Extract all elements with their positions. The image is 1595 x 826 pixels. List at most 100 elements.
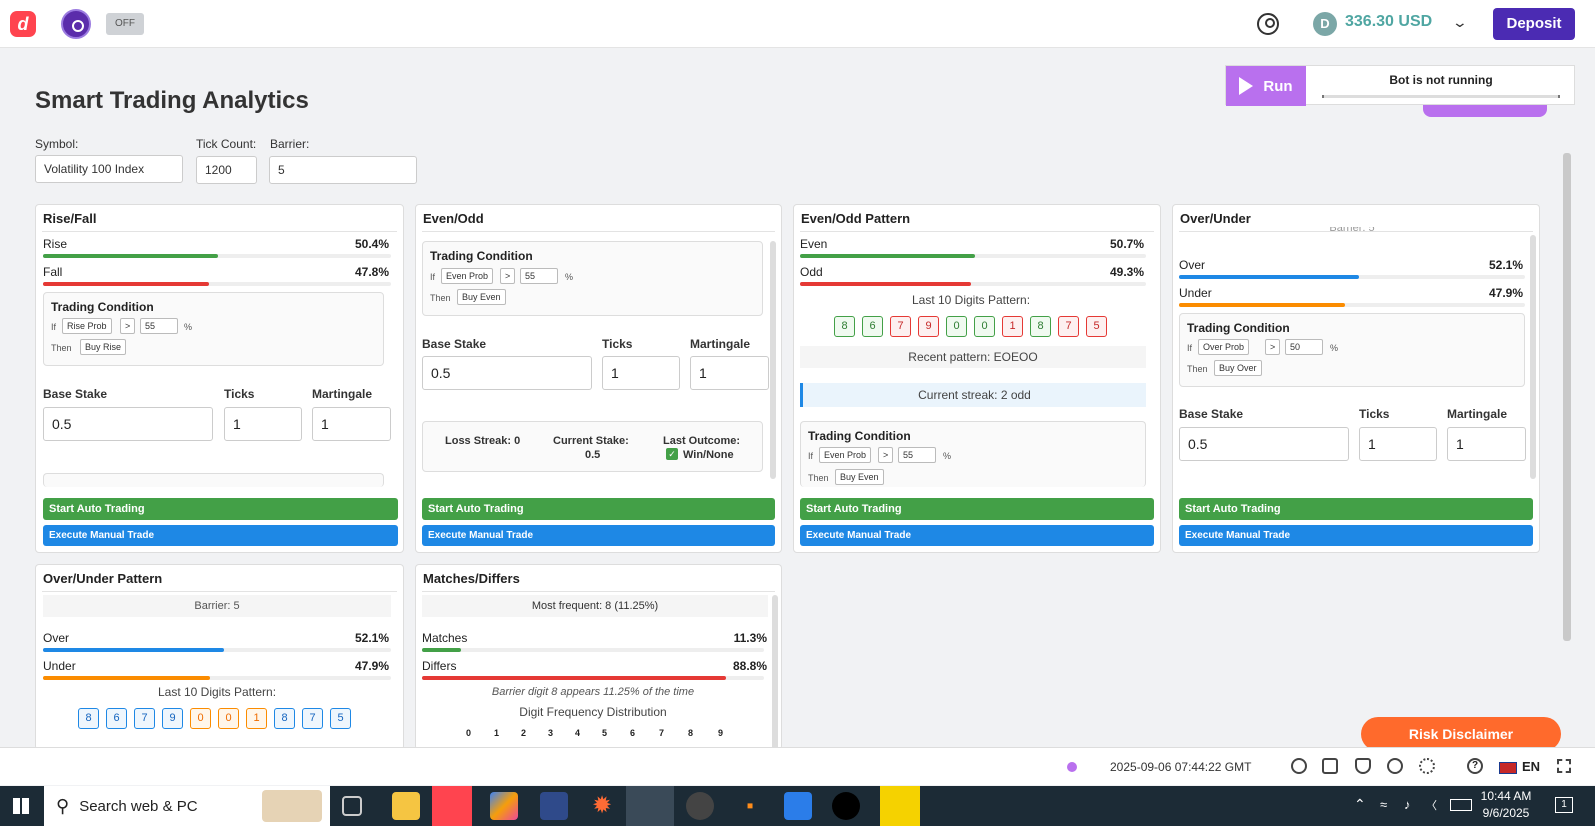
keyboard-icon[interactable]: [1450, 799, 1472, 811]
sticky-notes-icon[interactable]: [880, 786, 920, 826]
condition-action-select[interactable]: Buy Even: [457, 289, 506, 305]
deriv-logo[interactable]: d: [10, 11, 36, 37]
condition-prob-select[interactable]: Over Prob: [1198, 339, 1250, 355]
deposit-button[interactable]: Deposit: [1493, 8, 1575, 40]
card-scrollbar[interactable]: [770, 241, 776, 479]
card-scrollbar[interactable]: [772, 595, 778, 750]
base-stake-input[interactable]: 0.5: [43, 407, 213, 441]
condition-value-input[interactable]: 55: [520, 268, 558, 284]
rise-label: Rise: [43, 237, 68, 251]
bird-icon: [262, 790, 322, 822]
current-stake-value: 0.5: [585, 449, 601, 461]
ticks-input[interactable]: 1: [602, 356, 680, 390]
run-button[interactable]: Run: [1226, 66, 1306, 106]
over-bar: [43, 648, 391, 652]
theme-icon[interactable]: [1419, 758, 1435, 774]
task-view-icon[interactable]: [342, 796, 362, 816]
volume-icon[interactable]: ♪: [1404, 797, 1411, 812]
execute-manual-trade-button[interactable]: Execute Manual Trade: [1179, 525, 1533, 546]
dist-digit: 4: [575, 728, 581, 738]
condition-value-input[interactable]: 55: [898, 447, 936, 463]
balance[interactable]: 336.30 USD: [1345, 13, 1432, 31]
account-icon[interactable]: [1257, 13, 1279, 35]
base-stake-input[interactable]: 0.5: [1179, 427, 1349, 461]
off-toggle[interactable]: OFF: [106, 13, 144, 35]
last-outcome-label: Last Outcome:: [663, 435, 741, 447]
condition-action-select[interactable]: Buy Rise: [80, 339, 127, 355]
windows-start-icon[interactable]: [13, 798, 29, 814]
martingale-input[interactable]: 1: [690, 356, 769, 390]
chevron-up-icon[interactable]: ⌃: [1354, 796, 1366, 813]
condition-value-input[interactable]: 50: [1285, 339, 1323, 355]
ticks-input[interactable]: 1: [1359, 427, 1437, 461]
chevron-down-icon[interactable]: ⌄: [1452, 14, 1468, 31]
shield-icon[interactable]: [1355, 758, 1371, 774]
over-bar: [1179, 275, 1525, 279]
start-auto-trading-button[interactable]: Start Auto Trading: [800, 498, 1154, 520]
app-icon[interactable]: ▪: [736, 792, 764, 820]
whatsapp-icon[interactable]: [1291, 758, 1307, 774]
condition-prob-select[interactable]: Even Prob: [819, 447, 872, 463]
start-auto-trading-button[interactable]: Start Auto Trading: [422, 498, 775, 520]
app-icon[interactable]: [540, 792, 568, 820]
martingale-input[interactable]: 1: [1447, 427, 1526, 461]
digit-chip: 8: [1030, 316, 1051, 337]
divider: [422, 591, 775, 592]
deriv-icon[interactable]: [1322, 758, 1338, 774]
server-time: 2025-09-06 07:44:22 GMT: [1110, 760, 1252, 774]
help-icon[interactable]: ?: [1467, 758, 1483, 774]
deriv-app-icon[interactable]: [432, 786, 472, 826]
card-scrollbar[interactable]: [1530, 235, 1536, 479]
ticks-input[interactable]: 1: [224, 407, 302, 441]
last10-label: Last 10 Digits Pattern:: [911, 293, 1031, 307]
run-panel: Run Bot is not running: [1225, 65, 1575, 106]
divider: [800, 231, 1154, 232]
execute-manual-trade-button[interactable]: Execute Manual Trade: [800, 525, 1154, 546]
condition-prob-select[interactable]: Even Prob: [441, 268, 494, 284]
language-selector[interactable]: EN: [1522, 759, 1540, 774]
store-icon[interactable]: [784, 792, 812, 820]
taskbar-search[interactable]: ⚲ Search web & PC: [44, 786, 330, 826]
clock-date[interactable]: 9/6/2025: [1478, 806, 1534, 820]
chatgpt-icon[interactable]: [686, 792, 714, 820]
fullscreen-icon[interactable]: [1557, 759, 1571, 773]
notification-icon[interactable]: 1: [1555, 797, 1573, 813]
wifi-icon[interactable]: ≈: [1380, 797, 1387, 812]
dist-digit: 2: [521, 728, 527, 738]
clock-time[interactable]: 10:44 AM: [1478, 789, 1534, 803]
martingale-input[interactable]: 1: [312, 407, 391, 441]
condition-action-select[interactable]: Buy Over: [1214, 360, 1262, 376]
file-explorer-icon[interactable]: [392, 792, 420, 820]
connected-badge: [1423, 105, 1547, 117]
copilot-icon[interactable]: [490, 792, 518, 820]
condition-operator-select[interactable]: >: [500, 268, 516, 284]
tiktok-icon[interactable]: [832, 792, 860, 820]
edge-icon[interactable]: [626, 786, 674, 826]
responsible-trading-icon[interactable]: [1387, 758, 1403, 774]
start-auto-trading-button[interactable]: Start Auto Trading: [1179, 498, 1533, 520]
tick-count-input[interactable]: 1200: [196, 156, 257, 184]
condition-operator-select[interactable]: >: [1265, 339, 1281, 355]
risk-disclaimer-button[interactable]: Risk Disclaimer: [1361, 717, 1561, 751]
barrier-input[interactable]: 5: [269, 156, 417, 184]
sparkle-app-icon[interactable]: ✹: [588, 792, 616, 820]
condition-operator-select[interactable]: >: [120, 318, 136, 334]
condition-title: Trading Condition: [51, 300, 154, 314]
page-scrollbar[interactable]: [1563, 153, 1571, 641]
start-auto-trading-button[interactable]: Start Auto Trading: [43, 498, 398, 520]
dist-digit: 0: [466, 728, 472, 738]
condition-prob-select[interactable]: Rise Prob: [62, 318, 112, 334]
execute-manual-trade-button[interactable]: Execute Manual Trade: [43, 525, 398, 546]
condition-operator-select[interactable]: >: [878, 447, 894, 463]
bot-icon[interactable]: [61, 9, 91, 39]
symbol-select[interactable]: Volatility 100 Index: [35, 155, 183, 183]
currency-icon[interactable]: D: [1313, 12, 1337, 36]
condition-action-select[interactable]: Buy Even: [835, 469, 884, 485]
execute-manual-trade-button[interactable]: Execute Manual Trade: [422, 525, 775, 546]
trading-condition: Trading Condition If Over Prob > 50 % Th…: [1179, 313, 1525, 387]
keyboard-ime-icon[interactable]: 〈: [1426, 797, 1437, 813]
card-title: Rise/Fall: [43, 211, 97, 226]
digit-chip: 0: [974, 316, 995, 337]
base-stake-input[interactable]: 0.5: [422, 356, 592, 390]
condition-value-input[interactable]: 55: [140, 318, 178, 334]
